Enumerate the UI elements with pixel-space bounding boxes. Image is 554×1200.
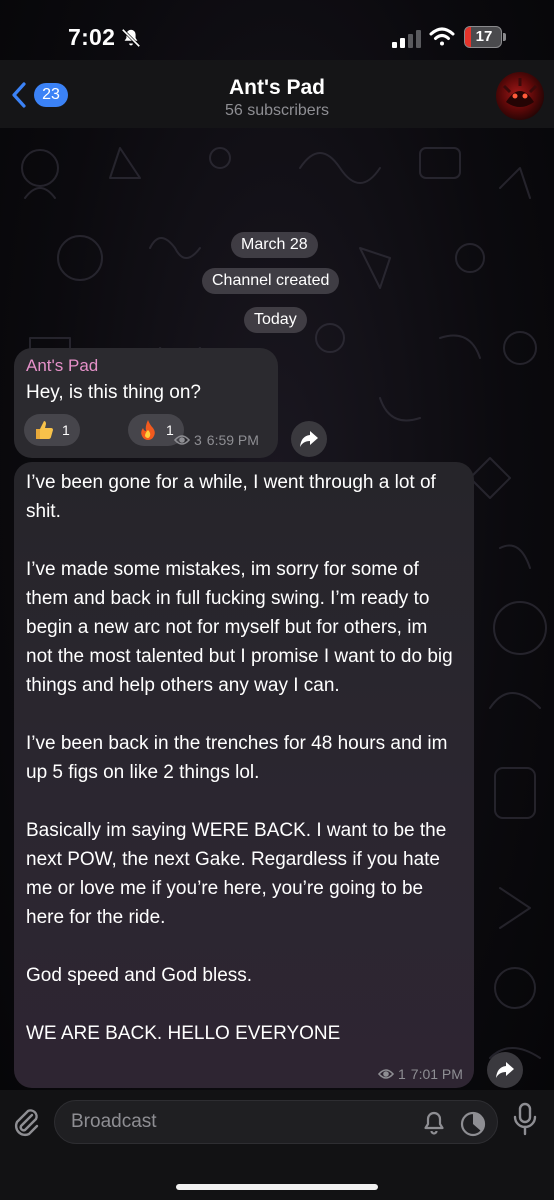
bell-icon[interactable]	[421, 1110, 447, 1136]
message-text: I’ve been gone for a while, I went throu…	[26, 468, 456, 1048]
reaction-thumbs-up[interactable]: 1	[24, 414, 80, 446]
subscriber-count: 56 subscribers	[224, 102, 330, 119]
chat-header: 23 Ant's Pad 56 subscribers	[0, 60, 554, 128]
message-paragraph: I’ve been back in the trenches for 48 ho…	[26, 733, 448, 783]
share-arrow-icon	[300, 431, 318, 447]
share-arrow-icon	[496, 1062, 514, 1078]
message-bubble[interactable]: Ant's Pad Hey, is this thing on? 1 1 3 6…	[14, 348, 278, 458]
broadcast-input[interactable]: Broadcast	[54, 1100, 498, 1144]
reaction-count: 1	[62, 422, 70, 438]
paperclip-icon[interactable]	[10, 1106, 42, 1138]
fire-icon	[141, 420, 155, 440]
channel-title[interactable]: Ant's Pad	[0, 76, 554, 100]
battery-level: 17	[475, 28, 493, 45]
eye-icon	[378, 1069, 394, 1079]
reaction-count: 1	[166, 422, 174, 438]
message-time: 7:01 PM	[410, 1066, 463, 1082]
date-separator: March 28	[231, 232, 318, 258]
status-time: 7:02	[68, 24, 116, 50]
timer-icon[interactable]	[459, 1110, 487, 1138]
message-paragraph: I’ve been gone for a while, I went throu…	[26, 472, 436, 522]
wifi-icon	[429, 27, 455, 46]
forward-button[interactable]	[487, 1052, 523, 1088]
message-author: Ant's Pad	[26, 356, 99, 375]
home-indicator[interactable]	[176, 1184, 378, 1190]
service-message: Channel created	[202, 268, 340, 294]
forward-button[interactable]	[291, 421, 327, 457]
bell-slash-icon	[121, 28, 141, 48]
battery-icon: 17	[464, 26, 506, 48]
view-count: 1	[398, 1066, 406, 1082]
channel-avatar[interactable]	[496, 72, 544, 120]
eye-icon	[174, 435, 190, 445]
message-time: 6:59 PM	[206, 432, 259, 448]
message-bubble[interactable]: I’ve been gone for a while, I went throu…	[14, 462, 474, 1088]
input-placeholder: Broadcast	[71, 1111, 157, 1132]
message-paragraph: WE ARE BACK. HELLO EVERYONE	[26, 1023, 341, 1044]
view-count: 3	[194, 432, 202, 448]
signal-icon	[392, 30, 421, 48]
date-separator-today: Today	[244, 307, 307, 333]
message-paragraph: Basically im saying WERE BACK. I want to…	[26, 820, 447, 928]
message-paragraph: God speed and God bless.	[26, 965, 253, 986]
message-text: Hey, is this thing on?	[26, 382, 201, 403]
microphone-icon[interactable]	[512, 1102, 538, 1136]
thumbs-up-icon	[36, 421, 53, 439]
message-meta: 1 7:01 PM	[378, 1066, 463, 1082]
message-meta: 3 6:59 PM	[174, 432, 259, 448]
message-paragraph: I’ve made some mistakes, im sorry for so…	[26, 559, 453, 696]
